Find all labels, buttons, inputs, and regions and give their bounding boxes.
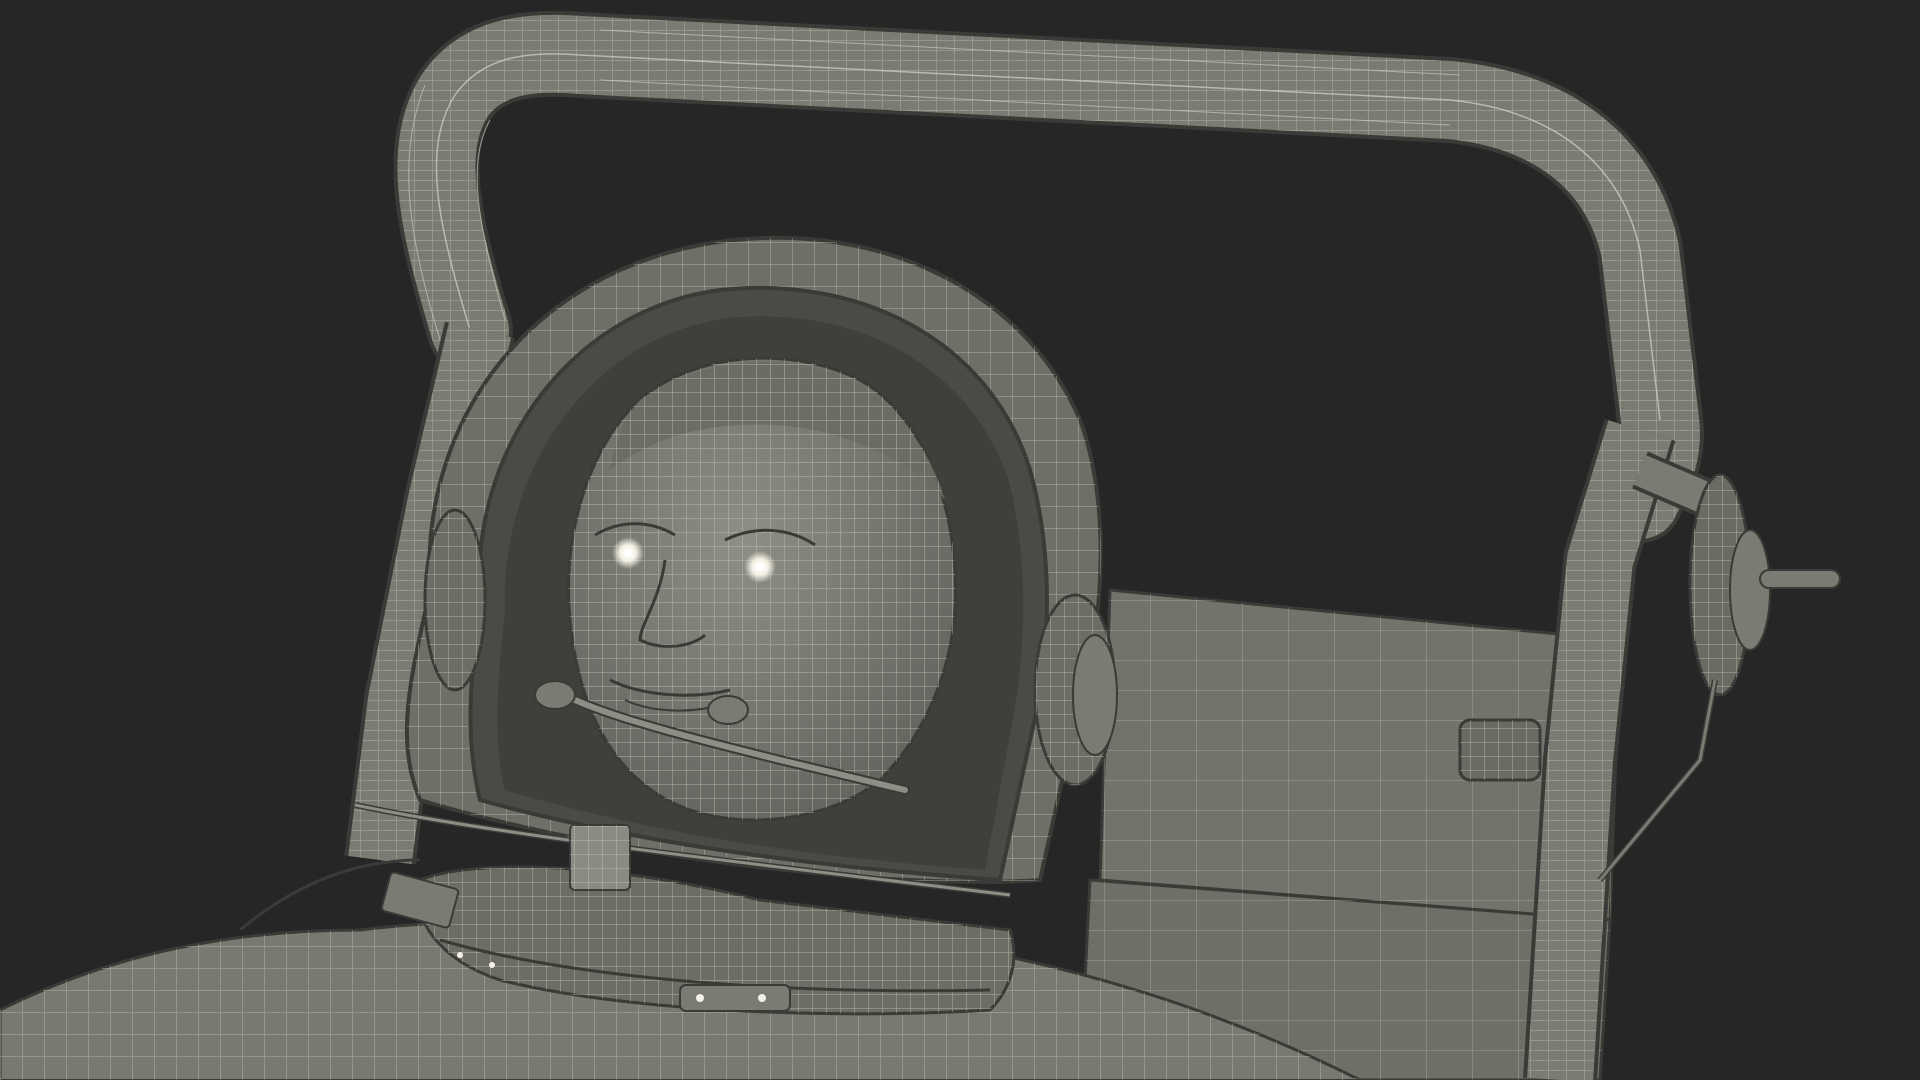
render-viewport xyxy=(0,0,1920,1080)
astronaut-wireframe-render xyxy=(0,10,1841,1080)
